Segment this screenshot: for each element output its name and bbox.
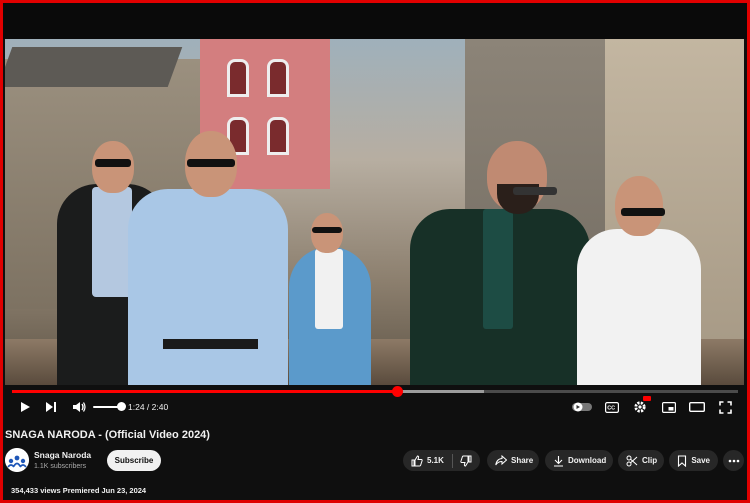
scissors-icon: [626, 455, 638, 467]
share-button[interactable]: Share: [487, 450, 539, 471]
hd-badge-icon: [643, 396, 651, 401]
video-title: SNAGA NARODA - (Official Video 2024): [5, 429, 210, 441]
window: [267, 59, 289, 97]
top-bar: [3, 3, 747, 39]
roof-left: [5, 47, 183, 87]
download-label: Download: [568, 456, 607, 465]
like-button[interactable]: [411, 454, 423, 467]
autoplay-toggle-icon: [572, 402, 592, 412]
like-count[interactable]: 5.1K: [427, 456, 444, 465]
person-blue-suit: [285, 209, 375, 385]
thumbs-down-icon: [460, 455, 472, 467]
theater-mode-button[interactable]: [685, 395, 709, 419]
subscriber-count: 1.1K subscribers: [34, 463, 87, 470]
volume-icon: [73, 402, 86, 412]
fullscreen-button[interactable]: [713, 395, 737, 419]
download-icon: [553, 455, 564, 467]
save-button[interactable]: Save: [669, 450, 718, 471]
view-count-and-date: 354,433 views Premiered Jun 23, 2024: [11, 486, 147, 495]
channel-name[interactable]: Snaga Naroda: [34, 450, 91, 460]
person-center-left: [123, 129, 293, 385]
gear-icon: [634, 401, 646, 413]
miniplayer-icon: [662, 401, 676, 413]
person-bald-dark-suit: [405, 139, 595, 385]
time-display: 1:24 / 2:40: [128, 402, 169, 412]
video-player[interactable]: [5, 39, 744, 385]
person-right: [575, 174, 705, 385]
svg-text:CC: CC: [607, 405, 615, 411]
clip-label: Clip: [642, 456, 658, 465]
description-box[interactable]: 354,433 views Premiered Jun 23, 2024: [5, 479, 744, 501]
settings-button[interactable]: [628, 395, 652, 419]
more-horizontal-icon: [728, 459, 739, 462]
channel-avatar[interactable]: [5, 448, 29, 472]
save-label: Save: [691, 456, 710, 465]
share-icon: [495, 455, 507, 467]
progress-bar[interactable]: [12, 386, 738, 397]
progress-played: [12, 390, 397, 393]
volume-slider[interactable]: [93, 402, 126, 411]
dislike-button[interactable]: [460, 455, 472, 467]
more-actions-button[interactable]: [723, 450, 744, 471]
channel-logo-icon: [5, 448, 29, 472]
player-controls: 1:24 / 2:40 CC: [5, 395, 744, 419]
theater-icon: [689, 402, 705, 412]
autoplay-toggle[interactable]: [570, 395, 594, 419]
fullscreen-icon: [718, 400, 732, 414]
subscribe-button[interactable]: Subscribe: [107, 450, 161, 471]
next-button[interactable]: [39, 395, 63, 419]
play-icon: [21, 402, 30, 412]
window: [227, 59, 249, 97]
thumbs-up-icon: [411, 454, 423, 466]
clip-button[interactable]: Clip: [618, 450, 664, 471]
like-dislike-group: 5.1K: [403, 450, 480, 471]
captions-button[interactable]: CC: [600, 395, 624, 419]
miniplayer-button[interactable]: [657, 395, 681, 419]
play-button[interactable]: [13, 395, 37, 419]
bookmark-icon: [677, 454, 687, 467]
share-label: Share: [511, 456, 534, 465]
skip-next-icon: [46, 402, 56, 412]
download-button[interactable]: Download: [545, 450, 613, 471]
captions-icon: CC: [605, 401, 619, 413]
mute-button[interactable]: [67, 395, 91, 419]
volume-knob[interactable]: [117, 402, 126, 411]
